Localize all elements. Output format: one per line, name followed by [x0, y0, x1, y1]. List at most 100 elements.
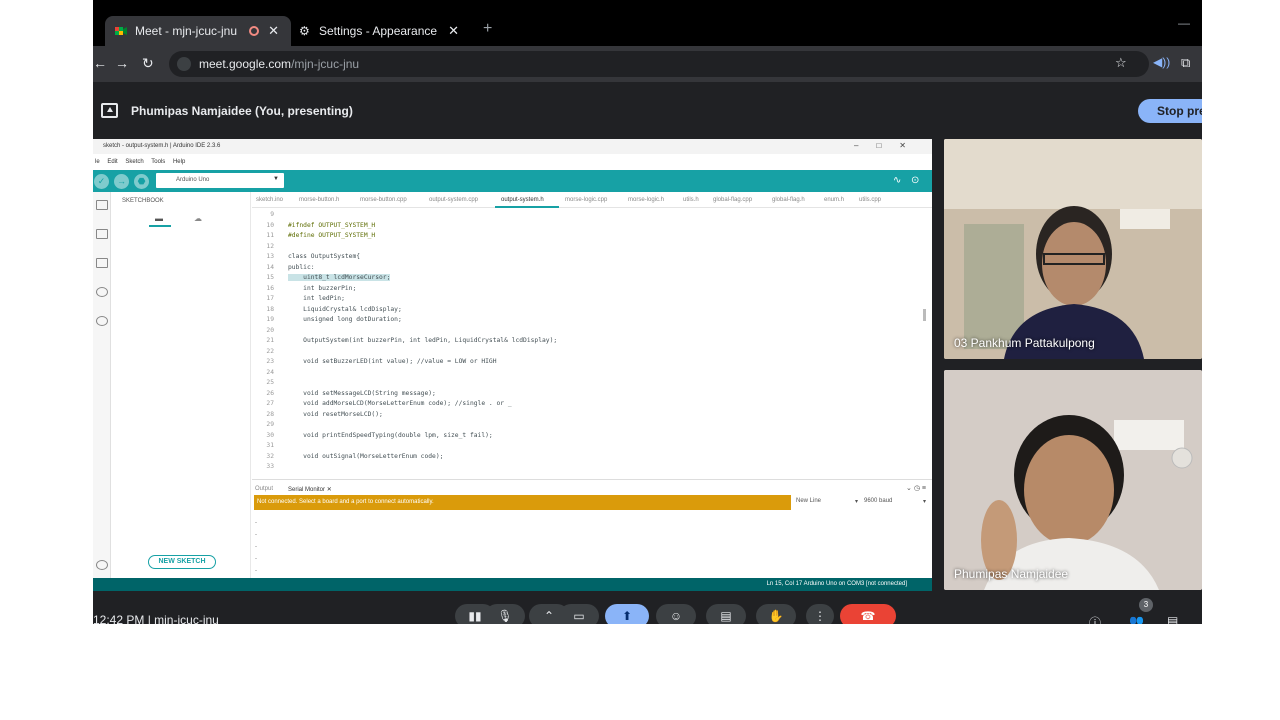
- file-tab[interactable]: morse-logic.cpp: [565, 197, 607, 203]
- code-line: 12: [252, 243, 288, 253]
- raise-hand-icon[interactable]: ✋: [756, 604, 796, 624]
- close-icon[interactable]: ✕: [327, 487, 332, 493]
- chevron-down-icon: ▾: [854, 499, 858, 505]
- info-icon[interactable]: ⓘ: [1089, 614, 1101, 624]
- code-line: 30 void printEndSpeedTyping(double lpm, …: [252, 432, 492, 442]
- extensions-icon[interactable]: ⧉: [1181, 55, 1190, 71]
- cloud-icon[interactable]: ☁: [194, 214, 202, 223]
- address-bar[interactable]: meet.google.com/mjn-jcuc-jnu: [169, 51, 1149, 77]
- line-number: 12: [266, 242, 274, 250]
- forward-icon[interactable]: →: [115, 55, 129, 71]
- active-tab-underline: [495, 206, 559, 208]
- line-number: 20: [266, 326, 274, 334]
- meet-control-bar: 12:42 PM | mjn-jcuc-jnu ▮▮ 🎙 ⌃ ▭ ⬆ ☺ ▤ ✋…: [93, 600, 1202, 624]
- library-icon[interactable]: [96, 258, 108, 268]
- code-line: 16 int buzzerPin;: [252, 285, 356, 295]
- stop-presenting-button[interactable]: Stop pres: [1138, 99, 1202, 123]
- bookmark-star-icon[interactable]: ☆: [1115, 55, 1127, 71]
- debug-icon[interactable]: ⬣: [134, 174, 149, 189]
- file-tab[interactable]: sketch.ino: [256, 197, 283, 203]
- file-tab[interactable]: enum.h: [824, 197, 844, 203]
- line-number: 26: [266, 389, 274, 397]
- file-tab[interactable]: output-system.h: [501, 197, 544, 203]
- menu-tools[interactable]: Tools: [151, 159, 165, 165]
- folder-icon[interactable]: [96, 200, 108, 210]
- line-number: 22: [266, 347, 274, 355]
- more-options-icon[interactable]: ⋮: [806, 604, 834, 624]
- present-screen-icon: [101, 103, 118, 118]
- hang-up-button[interactable]: ☎: [840, 604, 896, 624]
- line-number: 17: [266, 295, 274, 302]
- line-number: 27: [266, 400, 274, 407]
- sketchbook-panel: SKETCHBOOK ▬ ☁ NEW SKETCH: [111, 192, 251, 578]
- search-icon[interactable]: [96, 316, 108, 326]
- line-number: 33: [266, 463, 274, 470]
- chat-icon[interactable]: ▤: [1167, 614, 1178, 624]
- new-sketch-button[interactable]: NEW SKETCH: [148, 555, 216, 569]
- code-line: 21 OutputSystem(int buzzerPin, int ledPi…: [252, 337, 557, 347]
- url-host: meet.google.com: [199, 57, 292, 71]
- window-controls[interactable]: –□✕: [854, 141, 924, 150]
- serial-output-line: -: [255, 532, 257, 538]
- serial-monitor-icon[interactable]: ⊙: [911, 175, 919, 186]
- profile-icon[interactable]: [96, 560, 108, 570]
- menu-sketch[interactable]: Sketch: [125, 159, 143, 165]
- editor-scrollbar[interactable]: [923, 309, 926, 321]
- audio-icon[interactable]: ◀)): [1153, 55, 1170, 69]
- local-sketchbook-icon[interactable]: ▬: [155, 214, 163, 223]
- line-number: 29: [266, 421, 274, 428]
- presenting-bar: Phumipas Namjaidee (You, presenting) Sto…: [93, 96, 1202, 126]
- camera-icon[interactable]: ▭: [559, 604, 599, 624]
- code-editor[interactable]: 9 10 #ifndef OUTPUT_SYSTEM_H 11 #define OUTP…: [252, 209, 932, 477]
- participant-tile[interactable]: 03 Pankhum Pattakulpong: [944, 139, 1202, 359]
- board-manager-icon[interactable]: [96, 229, 108, 239]
- panel-actions[interactable]: ⌄ ◷ ≡: [906, 484, 926, 492]
- code-line: 25: [252, 379, 288, 389]
- close-icon[interactable]: ✕: [448, 23, 459, 39]
- serial-output-line: -: [255, 520, 257, 526]
- serial-plotter-icon[interactable]: ∿: [893, 175, 901, 186]
- file-tab[interactable]: utils.cpp: [859, 197, 881, 203]
- tab-settings[interactable]: ⚙ Settings - Appearance ✕: [291, 16, 471, 46]
- reload-icon[interactable]: ↻: [142, 55, 154, 72]
- baud-rate-select[interactable]: 9600 baud ▾: [864, 498, 926, 505]
- verify-icon[interactable]: ✓: [94, 174, 109, 189]
- file-tab[interactable]: utils.h: [683, 197, 699, 203]
- code-line: 33: [252, 463, 288, 473]
- code-line: 27 void addMorseLCD(MorseLetterEnum code…: [252, 400, 511, 410]
- menu-file[interactable]: le: [95, 159, 100, 165]
- site-info-icon[interactable]: [177, 57, 191, 71]
- line-number: 25: [266, 379, 274, 386]
- close-icon[interactable]: ✕: [268, 23, 279, 39]
- new-tab-button[interactable]: +: [483, 20, 492, 38]
- emoji-icon[interactable]: ☺: [656, 604, 696, 624]
- file-tab[interactable]: morse-logic.h: [628, 197, 664, 203]
- code-text: unsigned long dotDuration;: [288, 316, 402, 323]
- line-ending-select[interactable]: New Line ▾: [796, 498, 858, 505]
- captions-icon[interactable]: ▤: [706, 604, 746, 624]
- file-tab[interactable]: global-flag.cpp: [713, 197, 752, 203]
- board-name: Arduino Uno: [176, 177, 210, 183]
- participant-tile[interactable]: Phumipas Namjaidee: [944, 370, 1202, 590]
- debug-panel-icon[interactable]: [96, 287, 108, 297]
- back-icon[interactable]: ←: [93, 55, 107, 71]
- tab-output[interactable]: Output: [255, 486, 273, 492]
- menu-edit[interactable]: Edit: [107, 159, 117, 165]
- file-tab[interactable]: morse-button.h: [299, 197, 339, 203]
- microphone-icon[interactable]: 🎙: [485, 604, 525, 624]
- tab-serial-monitor[interactable]: Serial Monitor ✕: [288, 486, 332, 493]
- line-number: 14: [266, 263, 274, 271]
- file-tab[interactable]: output-system.cpp: [429, 197, 478, 203]
- file-tab[interactable]: morse-button.cpp: [360, 197, 407, 203]
- people-icon[interactable]: 👥: [1129, 614, 1144, 624]
- serial-output-line: -: [255, 544, 257, 550]
- code-text: OutputSystem(int buzzerPin, int ledPin, …: [288, 337, 558, 344]
- file-tab[interactable]: global-flag.h: [772, 197, 805, 203]
- baud-value: 9600 baud: [864, 498, 893, 504]
- minimize-icon[interactable]: —: [1178, 16, 1190, 30]
- upload-icon[interactable]: →: [114, 174, 129, 189]
- present-button[interactable]: ⬆: [605, 604, 649, 624]
- tab-meet[interactable]: Meet - mjn-jcuc-jnu ✕: [105, 16, 291, 46]
- board-selector[interactable]: Arduino Uno ▼: [156, 173, 284, 188]
- menu-help[interactable]: Help: [173, 159, 185, 165]
